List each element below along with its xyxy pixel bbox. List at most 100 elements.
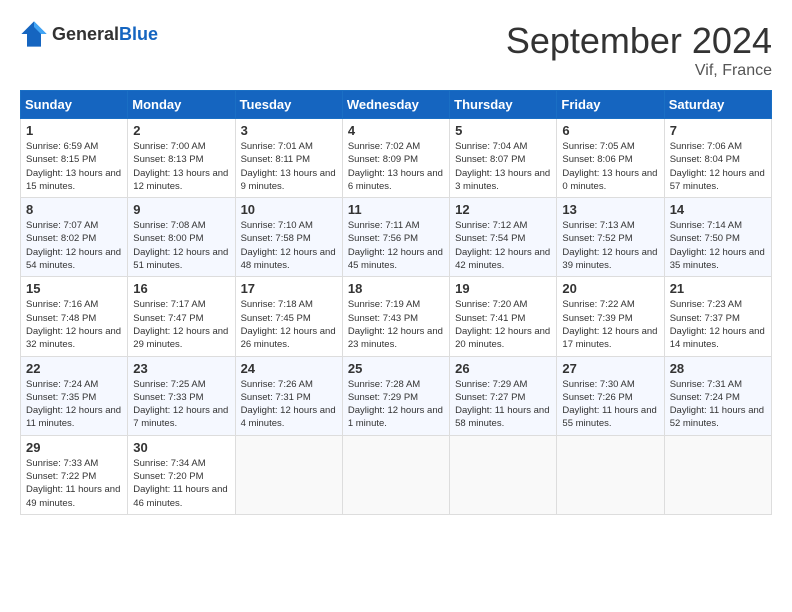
calendar-cell: 9 Sunrise: 7:08 AMSunset: 8:00 PMDaylight… bbox=[128, 198, 235, 277]
calendar-cell: 23Sunrise: 7:25 AMSunset: 7:33 PMDayligh… bbox=[128, 356, 235, 435]
day-number: 5 bbox=[455, 123, 551, 138]
logo-text: GeneralBlue bbox=[52, 24, 158, 45]
weekday-header: Friday bbox=[557, 91, 664, 119]
day-info: Sunrise: 7:26 AMSunset: 7:31 PMDaylight:… bbox=[241, 378, 337, 431]
day-number: 30 bbox=[133, 440, 229, 455]
day-info: Sunrise: 7:12 AMSunset: 7:54 PMDaylight:… bbox=[455, 219, 551, 272]
calendar-cell: 15 Sunrise: 7:16 AMSunset: 7:48 PMDayligh… bbox=[21, 277, 128, 356]
day-number: 9 bbox=[133, 202, 229, 217]
day-info: Sunrise: 7:14 AMSunset: 7:50 PMDaylight:… bbox=[670, 219, 766, 272]
day-info: Sunrise: 7:31 AMSunset: 7:24 PMDaylight:… bbox=[670, 378, 766, 431]
day-info: Sunrise: 7:28 AMSunset: 7:29 PMDaylight:… bbox=[348, 378, 444, 431]
day-number: 12 bbox=[455, 202, 551, 217]
month-title: September 2024 bbox=[506, 20, 772, 62]
day-number: 27 bbox=[562, 361, 658, 376]
day-number: 16 bbox=[133, 281, 229, 296]
calendar-cell bbox=[235, 435, 342, 514]
day-info: Sunrise: 7:19 AMSunset: 7:43 PMDaylight:… bbox=[348, 298, 444, 351]
day-info: Sunrise: 7:10 AMSunset: 7:58 PMDaylight:… bbox=[241, 219, 337, 272]
day-info: Sunrise: 7:05 AMSunset: 8:06 PMDaylight:… bbox=[562, 140, 658, 193]
calendar-cell: 2Sunrise: 7:00 AMSunset: 8:13 PMDaylight… bbox=[128, 119, 235, 198]
calendar-cell: 22 Sunrise: 7:24 AMSunset: 7:35 PMDayligh… bbox=[21, 356, 128, 435]
day-number: 19 bbox=[455, 281, 551, 296]
logo-icon bbox=[20, 20, 48, 48]
calendar-cell: 24 Sunrise: 7:26 AMSunset: 7:31 PMDayligh… bbox=[235, 356, 342, 435]
calendar-cell: 21 Sunrise: 7:23 AMSunset: 7:37 PMDayligh… bbox=[664, 277, 771, 356]
weekday-header: Saturday bbox=[664, 91, 771, 119]
day-info: Sunrise: 7:16 AMSunset: 7:48 PMDaylight:… bbox=[26, 298, 122, 351]
day-number: 1 bbox=[26, 123, 122, 138]
calendar-cell: 29Sunrise: 7:33 AMSunset: 7:22 PMDayligh… bbox=[21, 435, 128, 514]
calendar-cell: 13 Sunrise: 7:13 AMSunset: 7:52 PMDayligh… bbox=[557, 198, 664, 277]
day-number: 13 bbox=[562, 202, 658, 217]
day-info: Sunrise: 7:24 AMSunset: 7:35 PMDaylight:… bbox=[26, 378, 122, 431]
calendar-week-row: 1Sunrise: 6:59 AMSunset: 8:15 PMDaylight… bbox=[21, 119, 772, 198]
day-info: Sunrise: 7:07 AMSunset: 8:02 PMDaylight:… bbox=[26, 219, 122, 272]
day-number: 28 bbox=[670, 361, 766, 376]
calendar-cell: 25Sunrise: 7:28 AMSunset: 7:29 PMDayligh… bbox=[342, 356, 449, 435]
calendar-cell: 6Sunrise: 7:05 AMSunset: 8:06 PMDaylight… bbox=[557, 119, 664, 198]
day-info: Sunrise: 7:02 AMSunset: 8:09 PMDaylight:… bbox=[348, 140, 444, 193]
title-block: September 2024 Vif, France bbox=[506, 20, 772, 80]
calendar-cell: 14Sunrise: 7:14 AMSunset: 7:50 PMDayligh… bbox=[664, 198, 771, 277]
day-number: 4 bbox=[348, 123, 444, 138]
day-number: 15 bbox=[26, 281, 122, 296]
weekday-header: Tuesday bbox=[235, 91, 342, 119]
day-info: Sunrise: 7:08 AMSunset: 8:00 PMDaylight:… bbox=[133, 219, 229, 272]
day-number: 23 bbox=[133, 361, 229, 376]
page-header: GeneralBlue September 2024 Vif, France bbox=[20, 20, 772, 80]
day-number: 11 bbox=[348, 202, 444, 217]
day-number: 8 bbox=[26, 202, 122, 217]
day-number: 3 bbox=[241, 123, 337, 138]
day-number: 20 bbox=[562, 281, 658, 296]
calendar-cell: 8 Sunrise: 7:07 AMSunset: 8:02 PMDaylight… bbox=[21, 198, 128, 277]
day-number: 18 bbox=[348, 281, 444, 296]
day-number: 22 bbox=[26, 361, 122, 376]
day-info: Sunrise: 7:22 AMSunset: 7:39 PMDaylight:… bbox=[562, 298, 658, 351]
day-info: Sunrise: 7:33 AMSunset: 7:22 PMDaylight:… bbox=[26, 457, 122, 510]
calendar-cell bbox=[342, 435, 449, 514]
calendar-cell: 17 Sunrise: 7:18 AMSunset: 7:45 PMDayligh… bbox=[235, 277, 342, 356]
calendar-cell: 20 Sunrise: 7:22 AMSunset: 7:39 PMDayligh… bbox=[557, 277, 664, 356]
calendar-cell: 30 Sunrise: 7:34 AMSunset: 7:20 PMDayligh… bbox=[128, 435, 235, 514]
day-info: Sunrise: 7:06 AMSunset: 8:04 PMDaylight:… bbox=[670, 140, 766, 193]
day-info: Sunrise: 7:01 AMSunset: 8:11 PMDaylight:… bbox=[241, 140, 337, 193]
day-number: 7 bbox=[670, 123, 766, 138]
day-info: Sunrise: 7:30 AMSunset: 7:26 PMDaylight:… bbox=[562, 378, 658, 431]
calendar-cell: 10 Sunrise: 7:10 AMSunset: 7:58 PMDayligh… bbox=[235, 198, 342, 277]
logo: GeneralBlue bbox=[20, 20, 158, 48]
calendar-cell bbox=[450, 435, 557, 514]
calendar-week-row: 29Sunrise: 7:33 AMSunset: 7:22 PMDayligh… bbox=[21, 435, 772, 514]
day-number: 24 bbox=[241, 361, 337, 376]
day-info: Sunrise: 7:11 AMSunset: 7:56 PMDaylight:… bbox=[348, 219, 444, 272]
day-info: Sunrise: 7:29 AMSunset: 7:27 PMDaylight:… bbox=[455, 378, 551, 431]
day-number: 26 bbox=[455, 361, 551, 376]
calendar-week-row: 8 Sunrise: 7:07 AMSunset: 8:02 PMDaylight… bbox=[21, 198, 772, 277]
calendar-week-row: 15 Sunrise: 7:16 AMSunset: 7:48 PMDayligh… bbox=[21, 277, 772, 356]
calendar-cell bbox=[557, 435, 664, 514]
calendar-cell: 5 Sunrise: 7:04 AMSunset: 8:07 PMDaylight… bbox=[450, 119, 557, 198]
calendar-cell: 18 Sunrise: 7:19 AMSunset: 7:43 PMDayligh… bbox=[342, 277, 449, 356]
calendar-cell: 27 Sunrise: 7:30 AMSunset: 7:26 PMDayligh… bbox=[557, 356, 664, 435]
day-number: 10 bbox=[241, 202, 337, 217]
day-number: 21 bbox=[670, 281, 766, 296]
calendar-cell bbox=[664, 435, 771, 514]
weekday-header: Sunday bbox=[21, 91, 128, 119]
calendar-cell: 1Sunrise: 6:59 AMSunset: 8:15 PMDaylight… bbox=[21, 119, 128, 198]
calendar-header-row: SundayMondayTuesdayWednesdayThursdayFrid… bbox=[21, 91, 772, 119]
day-info: Sunrise: 7:34 AMSunset: 7:20 PMDaylight:… bbox=[133, 457, 229, 510]
calendar-cell: 19Sunrise: 7:20 AMSunset: 7:41 PMDayligh… bbox=[450, 277, 557, 356]
day-info: Sunrise: 7:23 AMSunset: 7:37 PMDaylight:… bbox=[670, 298, 766, 351]
calendar-cell: 26 Sunrise: 7:29 AMSunset: 7:27 PMDayligh… bbox=[450, 356, 557, 435]
day-number: 17 bbox=[241, 281, 337, 296]
day-info: Sunrise: 7:18 AMSunset: 7:45 PMDaylight:… bbox=[241, 298, 337, 351]
calendar-cell: 4 Sunrise: 7:02 AMSunset: 8:09 PMDaylight… bbox=[342, 119, 449, 198]
day-info: Sunrise: 7:00 AMSunset: 8:13 PMDaylight:… bbox=[133, 140, 229, 193]
calendar-cell: 16Sunrise: 7:17 AMSunset: 7:47 PMDayligh… bbox=[128, 277, 235, 356]
day-info: Sunrise: 7:13 AMSunset: 7:52 PMDaylight:… bbox=[562, 219, 658, 272]
calendar-cell: 11 Sunrise: 7:11 AMSunset: 7:56 PMDayligh… bbox=[342, 198, 449, 277]
day-info: Sunrise: 7:04 AMSunset: 8:07 PMDaylight:… bbox=[455, 140, 551, 193]
calendar-table: SundayMondayTuesdayWednesdayThursdayFrid… bbox=[20, 90, 772, 515]
weekday-header: Thursday bbox=[450, 91, 557, 119]
calendar-week-row: 22 Sunrise: 7:24 AMSunset: 7:35 PMDayligh… bbox=[21, 356, 772, 435]
